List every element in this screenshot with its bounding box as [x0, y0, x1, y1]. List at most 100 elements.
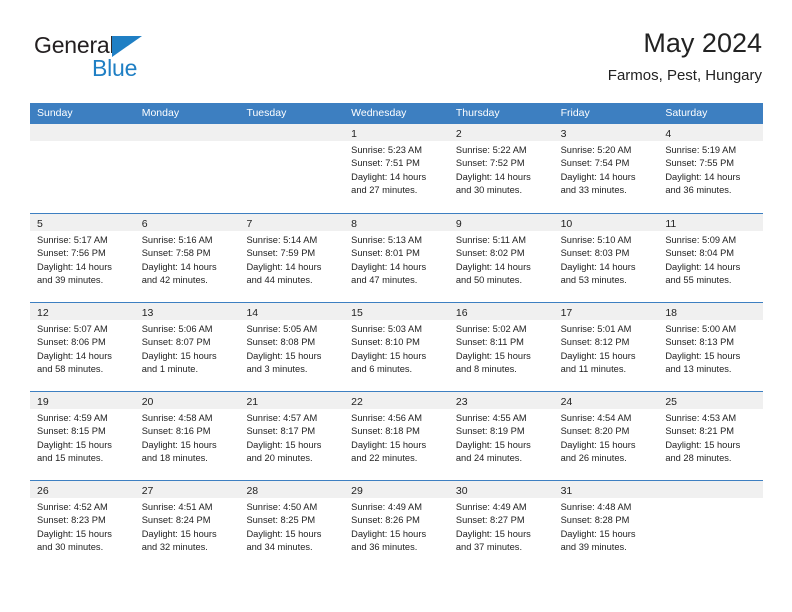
day-info-line: Daylight: 15 hours	[246, 350, 322, 361]
day-info-line: Sunset: 8:17 PM	[246, 426, 316, 437]
day-cell[interactable]: 7 Sunrise: 5:14 AM Sunset: 7:59 PM Daylight…	[239, 214, 345, 302]
day-number-band: 14	[239, 303, 345, 320]
day-info-line: Daylight: 15 hours	[455, 439, 531, 450]
weekday-header-saturday: Saturday	[665, 107, 708, 119]
day-cell[interactable]: 14 Sunrise: 5:05 AM Sunset: 8:08 PM Dayligh…	[239, 303, 345, 391]
day-cell[interactable]: 5 Sunrise: 5:17 AM Sunset: 7:56 PM Daylight…	[30, 214, 135, 302]
day-info: Sunrise: 5:10 AM Sunset: 8:03 PM Daylight:…	[554, 231, 659, 288]
day-cell[interactable]: 17 Sunrise: 5:01 AM Sunset: 8:12 PM Dayligh…	[553, 303, 659, 391]
day-info-line: Sunset: 8:12 PM	[560, 337, 630, 348]
day-cell[interactable]: 10 Sunrise: 5:10 AM Sunset: 8:03 PM Dayligh…	[553, 214, 659, 302]
calendar-week-row: 5 Sunrise: 5:17 AM Sunset: 7:56 PM Daylight…	[30, 213, 764, 302]
day-cell[interactable]: 11 Sunrise: 5:09 AM Sunset: 8:04 PM Dayligh…	[658, 214, 764, 302]
day-info-line: Daylight: 14 hours	[455, 261, 531, 272]
day-info-line: Sunset: 8:20 PM	[560, 426, 630, 437]
day-info: Sunrise: 5:14 AM Sunset: 7:59 PM Daylight:…	[239, 231, 344, 288]
day-cell[interactable]: 27 Sunrise: 4:51 AM Sunset: 8:24 PM Dayligh…	[134, 481, 240, 569]
day-cell[interactable]: 22 Sunrise: 4:56 AM Sunset: 8:18 PM Dayligh…	[344, 392, 449, 480]
day-cell[interactable]: 29 Sunrise: 4:49 AM Sunset: 8:26 PM Dayligh…	[344, 481, 449, 569]
day-cell-empty[interactable]	[30, 124, 135, 213]
day-number-band	[239, 124, 345, 141]
day-number: 12	[37, 307, 49, 319]
day-info: Sunrise: 5:01 AM Sunset: 8:12 PM Daylight:…	[554, 320, 659, 377]
day-cell[interactable]: 31 Sunrise: 4:48 AM Sunset: 8:28 PM Dayligh…	[553, 481, 659, 569]
day-info-line: Daylight: 15 hours	[560, 350, 636, 361]
day-info-line: and 22 minutes.	[351, 453, 418, 464]
day-info: Sunrise: 5:13 AM Sunset: 8:01 PM Daylight:…	[344, 231, 449, 288]
day-cell[interactable]: 24 Sunrise: 4:54 AM Sunset: 8:20 PM Dayligh…	[553, 392, 659, 480]
day-number: 3	[560, 128, 567, 140]
weekday-header-thursday: Thursday	[455, 107, 500, 119]
day-info: Sunrise: 5:11 AM Sunset: 8:02 PM Daylight:…	[449, 231, 554, 288]
day-info-line: Sunrise: 5:20 AM	[560, 145, 632, 155]
day-number: 21	[246, 396, 259, 408]
day-info-line: Daylight: 14 hours	[37, 261, 112, 272]
day-cell[interactable]: 28 Sunrise: 4:50 AM Sunset: 8:25 PM Dayligh…	[239, 481, 345, 569]
day-cell[interactable]: 3 Sunrise: 5:20 AM Sunset: 7:54 PM Daylight…	[553, 124, 659, 213]
day-info-line: Sunset: 7:58 PM	[141, 248, 211, 259]
day-info-line: Sunset: 7:52 PM	[455, 158, 525, 169]
day-cell[interactable]: 1 Sunrise: 5:23 AM Sunset: 7:51 PM Daylight…	[344, 124, 449, 213]
day-number-band: 23	[448, 392, 554, 409]
day-info: Sunrise: 5:17 AM Sunset: 7:56 PM Daylight:…	[30, 231, 135, 288]
day-number-band: 3	[553, 124, 659, 141]
day-number-band: 18	[658, 303, 764, 320]
day-info-line: and 24 minutes.	[455, 453, 523, 464]
day-number-band: 19	[30, 392, 135, 409]
day-cell-empty[interactable]	[658, 481, 764, 569]
day-info-line: and 11 minutes.	[560, 364, 627, 375]
day-cell[interactable]: 26 Sunrise: 4:52 AM Sunset: 8:23 PM Dayligh…	[30, 481, 135, 569]
day-info-line: Daylight: 14 hours	[37, 350, 112, 361]
day-info: Sunrise: 4:58 AM Sunset: 8:16 PM Daylight:…	[135, 409, 240, 466]
day-cell[interactable]: 20 Sunrise: 4:58 AM Sunset: 8:16 PM Dayligh…	[134, 392, 240, 480]
day-cell[interactable]: 19 Sunrise: 4:59 AM Sunset: 8:15 PM Dayligh…	[30, 392, 135, 480]
day-cell[interactable]: 4 Sunrise: 5:19 AM Sunset: 7:55 PM Daylight…	[658, 124, 764, 213]
day-info-line: Sunset: 7:54 PM	[560, 158, 630, 169]
day-cell[interactable]: 2 Sunrise: 5:22 AM Sunset: 7:52 PM Daylight…	[448, 124, 554, 213]
day-number: 29	[351, 485, 363, 497]
day-info-line: and 28 minutes.	[665, 453, 732, 464]
day-info-line: Sunrise: 5:10 AM	[560, 235, 632, 245]
day-info: Sunrise: 5:07 AM Sunset: 8:06 PM Daylight:…	[30, 320, 135, 377]
day-cell[interactable]: 23 Sunrise: 4:55 AM Sunset: 8:19 PM Dayligh…	[448, 392, 554, 480]
day-cell[interactable]: 25 Sunrise: 4:53 AM Sunset: 8:21 PM Dayligh…	[658, 392, 764, 480]
day-number: 17	[560, 307, 573, 319]
day-info-line: Sunset: 8:11 PM	[455, 337, 524, 348]
day-info-line: and 50 minutes.	[455, 275, 523, 286]
calendar-weeks: 1 Sunrise: 5:23 AM Sunset: 7:51 PM Daylight…	[30, 124, 764, 569]
day-info: Sunrise: 4:57 AM Sunset: 8:17 PM Daylight:…	[239, 409, 344, 466]
day-cell-empty[interactable]	[239, 124, 345, 213]
day-info-line: and 1 minute.	[141, 364, 199, 375]
day-info-line: Sunrise: 5:00 AM	[665, 324, 737, 334]
day-info: Sunrise: 4:48 AM Sunset: 8:28 PM Daylight:…	[554, 498, 659, 555]
day-cell[interactable]: 8 Sunrise: 5:13 AM Sunset: 8:01 PM Daylight…	[344, 214, 449, 302]
day-info-line: Sunrise: 4:59 AM	[37, 413, 108, 423]
day-info-line: Sunset: 8:15 PM	[37, 426, 106, 437]
day-cell-empty[interactable]	[134, 124, 240, 213]
day-cell[interactable]: 21 Sunrise: 4:57 AM Sunset: 8:17 PM Dayligh…	[239, 392, 345, 480]
day-info: Sunrise: 4:49 AM Sunset: 8:27 PM Daylight:…	[449, 498, 554, 555]
day-cell[interactable]: 16 Sunrise: 5:02 AM Sunset: 8:11 PM Dayligh…	[448, 303, 554, 391]
day-info-line: Sunset: 8:04 PM	[665, 248, 735, 259]
day-number-band: 22	[344, 392, 449, 409]
day-number-band: 6	[134, 214, 240, 231]
day-cell[interactable]: 9 Sunrise: 5:11 AM Sunset: 8:02 PM Daylight…	[448, 214, 554, 302]
day-cell[interactable]: 18 Sunrise: 5:00 AM Sunset: 8:13 PM Dayligh…	[658, 303, 764, 391]
day-cell[interactable]: 12 Sunrise: 5:07 AM Sunset: 8:06 PM Dayligh…	[30, 303, 135, 391]
day-info-line: Sunset: 8:28 PM	[560, 515, 630, 526]
day-cell[interactable]: 30 Sunrise: 4:49 AM Sunset: 8:27 PM Dayligh…	[448, 481, 554, 569]
day-cell[interactable]: 6 Sunrise: 5:16 AM Sunset: 7:58 PM Daylight…	[134, 214, 240, 302]
day-info-line: Daylight: 15 hours	[560, 528, 636, 539]
day-info-line: Sunset: 7:51 PM	[351, 158, 420, 169]
day-number-band: 10	[553, 214, 659, 231]
day-cell[interactable]: 13 Sunrise: 5:06 AM Sunset: 8:07 PM Dayligh…	[134, 303, 240, 391]
day-info-line: and 37 minutes.	[455, 542, 523, 553]
day-number: 26	[37, 485, 49, 497]
day-info-line: and 8 minutes.	[455, 364, 517, 375]
day-number-band: 30	[448, 481, 554, 498]
weekday-header-wednesday: Wednesday	[351, 107, 407, 119]
day-cell[interactable]: 15 Sunrise: 5:03 AM Sunset: 8:10 PM Dayligh…	[344, 303, 449, 391]
day-info: Sunrise: 4:56 AM Sunset: 8:18 PM Daylight:…	[344, 409, 449, 466]
day-info-line: Sunrise: 5:11 AM	[455, 235, 526, 245]
day-info: Sunrise: 4:50 AM Sunset: 8:25 PM Daylight:…	[239, 498, 344, 555]
